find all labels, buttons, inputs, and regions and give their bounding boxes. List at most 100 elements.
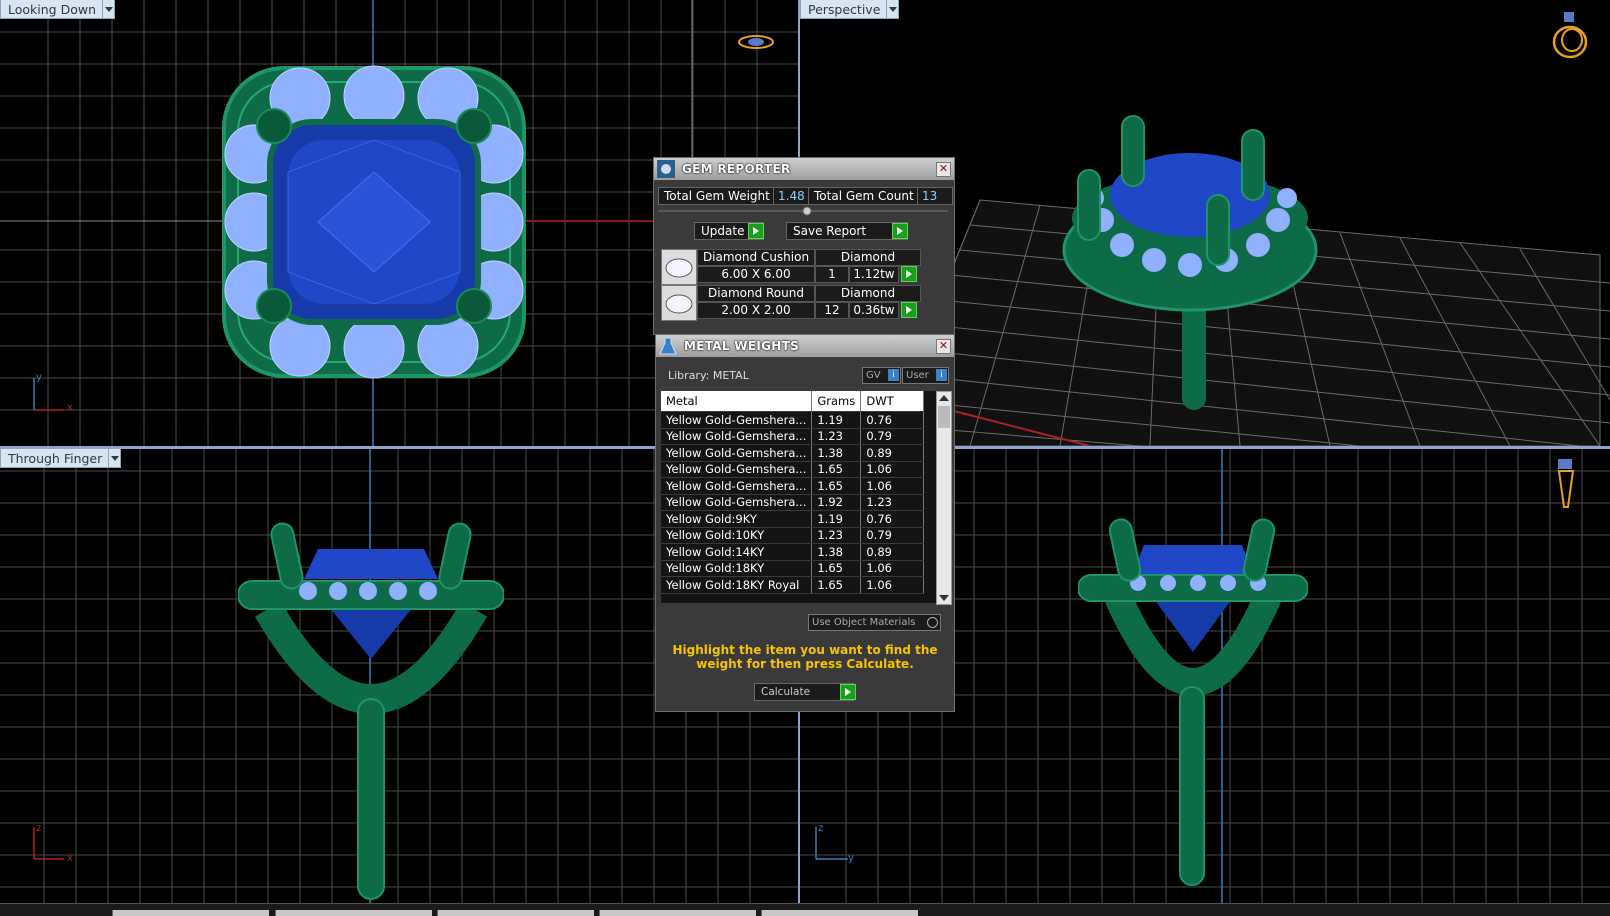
- info-icon: i: [936, 369, 947, 381]
- cell-dwt: 1.06: [860, 560, 925, 577]
- cell-grams: 1.92: [811, 494, 862, 511]
- table-row[interactable]: Yellow Gold:18KY 1.65 1.06: [661, 560, 925, 577]
- round-gem-icon: [661, 285, 697, 321]
- table-row[interactable]: Yellow Gold-Gemshera... 1.92 1.23: [661, 494, 925, 511]
- view-navigation-icon[interactable]: [1548, 10, 1592, 60]
- cell-grams: 1.65: [811, 461, 862, 478]
- bottom-toolbar: [0, 903, 1610, 916]
- gem-reporter-icon: [657, 160, 675, 178]
- toolbar-segment[interactable]: [761, 910, 918, 916]
- user-toggle[interactable]: User i: [902, 367, 949, 384]
- gem-reporter-panel: GEM REPORTER ✕ Total Gem Weight 1.48 Tot…: [653, 157, 955, 335]
- viewport-label-looking-down[interactable]: Looking Down: [0, 0, 116, 19]
- scroll-down-icon[interactable]: [939, 595, 949, 601]
- table-scrollbar[interactable]: [936, 391, 952, 605]
- axis-z-label: z: [36, 823, 42, 834]
- gv-toggle[interactable]: GV i: [862, 367, 901, 384]
- cell-grams: 1.19: [811, 411, 862, 429]
- metal-table-wrapper: Metal Grams DWT Yellow Gold-Gemshera... 1…: [661, 391, 937, 603]
- gem-name: Diamond Round: [697, 285, 815, 302]
- cell-grams: 1.65: [811, 576, 862, 594]
- close-icon[interactable]: ✕: [936, 339, 951, 354]
- toolbar-segment[interactable]: [275, 910, 432, 916]
- column-header-metal[interactable]: Metal: [661, 391, 813, 412]
- collapse-handle-icon[interactable]: [658, 206, 948, 216]
- cell-metal: Yellow Gold-Gemshera...: [661, 428, 813, 445]
- flask-icon: [659, 337, 677, 355]
- table-row[interactable]: Yellow Gold:14KY 1.38 0.89: [661, 543, 925, 561]
- gem-row[interactable]: Diamond Cushion Diamond 6.00 X 6.00 1 1.…: [661, 249, 921, 285]
- gem-weight: 0.36tw: [849, 302, 899, 319]
- cell-dwt: 0.79: [860, 527, 925, 544]
- metal-table: Metal Grams DWT Yellow Gold-Gemshera... 1…: [661, 391, 925, 594]
- cell-dwt: 0.76: [860, 510, 925, 528]
- cell-metal: Yellow Gold-Gemshera...: [661, 494, 813, 511]
- chevron-down-icon[interactable]: [103, 0, 116, 19]
- cell-dwt: 1.23: [860, 494, 925, 511]
- gem-size: 2.00 X 2.00: [697, 302, 815, 319]
- axis-x-label: x: [67, 402, 73, 413]
- cell-grams: 1.23: [811, 428, 862, 445]
- table-row[interactable]: Yellow Gold-Gemshera... 1.65 1.06: [661, 461, 925, 478]
- ring-top-view[interactable]: [218, 62, 530, 382]
- save-report-button[interactable]: Save Report: [786, 222, 908, 240]
- table-row[interactable]: Yellow Gold:18KY Royal 1.65 1.06: [661, 576, 925, 594]
- use-object-materials-toggle[interactable]: Use Object Materials: [808, 614, 941, 631]
- chevron-down-icon[interactable]: [887, 0, 900, 19]
- cell-metal: Yellow Gold-Gemshera...: [661, 477, 813, 495]
- gem-size: 6.00 X 6.00: [697, 266, 815, 283]
- table-row[interactable]: Yellow Gold:9KY 1.19 0.76: [661, 510, 925, 528]
- gem-type: Diamond: [815, 249, 921, 266]
- update-go-icon[interactable]: [748, 223, 764, 239]
- axis-indicator: [815, 827, 848, 860]
- view-navigation-icon[interactable]: [1554, 457, 1578, 513]
- cell-metal: Yellow Gold-Gemshera...: [661, 411, 813, 429]
- toolbar-segment[interactable]: [599, 910, 756, 916]
- gem-select-icon[interactable]: [901, 266, 917, 282]
- calculate-go-icon[interactable]: [840, 684, 856, 700]
- table-row[interactable]: Yellow Gold-Gemshera... 1.19 0.76: [661, 411, 925, 429]
- gem-select-icon[interactable]: [901, 302, 917, 318]
- gem-count: 12: [815, 302, 849, 319]
- ring-side-view[interactable]: [238, 519, 504, 903]
- gem-row[interactable]: Diamond Round Diamond 2.00 X 2.00 12 0.3…: [661, 285, 921, 321]
- cell-dwt: 0.76: [860, 411, 925, 429]
- cell-metal: Yellow Gold:9KY: [661, 510, 813, 528]
- gem-count: 1: [815, 266, 849, 283]
- axis-z-label: z: [818, 823, 824, 834]
- toolbar-segment[interactable]: [437, 910, 594, 916]
- viewport-title: Through Finger: [0, 449, 110, 468]
- viewport-label-perspective[interactable]: Perspective: [800, 0, 900, 19]
- cell-dwt: 1.06: [860, 576, 925, 594]
- table-row[interactable]: Yellow Gold-Gemshera... 1.65 1.06: [661, 477, 925, 495]
- gem-reporter-titlebar[interactable]: GEM REPORTER ✕: [654, 158, 954, 180]
- cell-metal: Yellow Gold-Gemshera...: [661, 461, 813, 478]
- gv-label: GV: [866, 370, 881, 381]
- chevron-down-icon[interactable]: [109, 449, 122, 468]
- update-label: Update: [701, 224, 745, 238]
- metal-weights-titlebar[interactable]: METAL WEIGHTS ✕: [656, 335, 954, 357]
- close-icon[interactable]: ✕: [936, 162, 951, 177]
- calculate-button[interactable]: Calculate: [754, 683, 854, 701]
- table-row[interactable]: Yellow Gold-Gemshera... 1.23 0.79: [661, 428, 925, 445]
- axis-y-label: y: [36, 372, 42, 383]
- viewport-title: Looking Down: [0, 0, 104, 19]
- table-row[interactable]: Yellow Gold:10KY 1.23 0.79: [661, 527, 925, 544]
- column-header-grams[interactable]: Grams: [811, 391, 862, 412]
- cell-metal: Yellow Gold:18KY: [661, 560, 813, 577]
- column-header-dwt[interactable]: DWT: [860, 391, 925, 412]
- save-report-go-icon[interactable]: [892, 223, 908, 239]
- cell-dwt: 1.06: [860, 461, 925, 478]
- ring-front-view[interactable]: [1078, 517, 1308, 897]
- table-row[interactable]: Yellow Gold-Gemshera... 1.38 0.89: [661, 444, 925, 462]
- scroll-thumb[interactable]: [938, 406, 950, 428]
- cell-metal: Yellow Gold:18KY Royal: [661, 576, 813, 594]
- toolbar-segment[interactable]: [112, 910, 269, 916]
- cell-grams: 1.19: [811, 510, 862, 528]
- user-label: User: [906, 370, 929, 381]
- view-navigation-icon[interactable]: [736, 30, 776, 54]
- ring-perspective-view[interactable]: [1062, 110, 1342, 420]
- total-gem-count-value: 13: [917, 187, 953, 205]
- scroll-up-icon[interactable]: [939, 395, 949, 401]
- viewport-label-through-finger[interactable]: Through Finger: [0, 449, 122, 468]
